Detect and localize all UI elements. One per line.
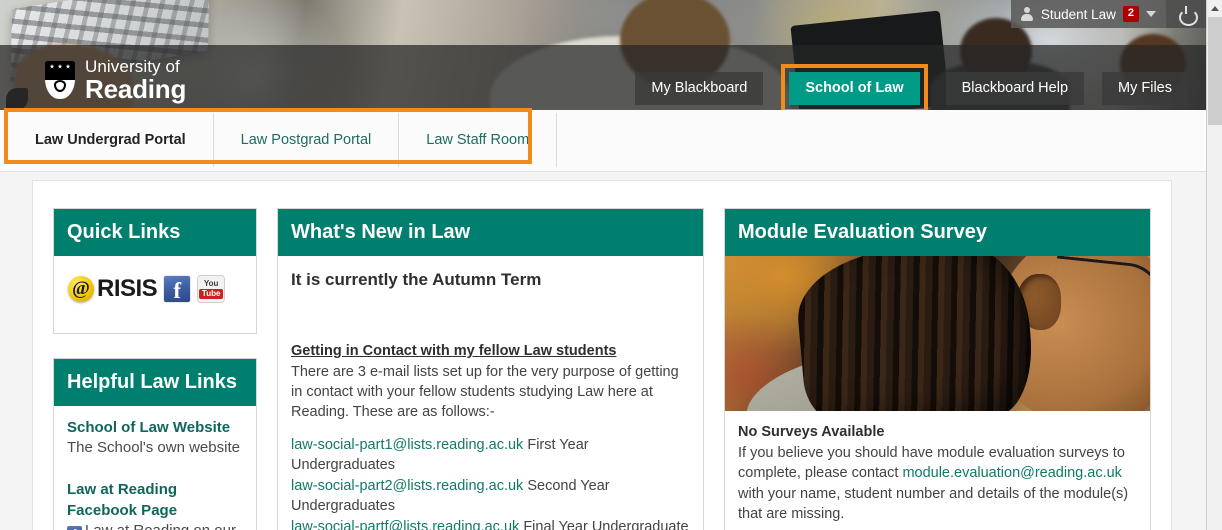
left-column: Quick Links @ RISIS f You Tube Helpful L… [53,208,257,530]
page-viewport: University of Reading Student Law 2 My B [0,0,1206,530]
nav-item-my-blackboard[interactable]: My Blackboard [635,72,764,106]
scroll-up-button[interactable] [1207,0,1222,17]
subnav-item-law-undergrad-portal[interactable]: Law Undergrad Portal [8,113,214,167]
no-surveys-description: If you believe you should have module ev… [738,443,1137,525]
university-shield-icon [45,61,75,99]
mail-list-row: law-social-partf@lists.reading.ac.uk Fin… [291,517,690,530]
facebook-icon[interactable]: f [67,525,82,530]
mail-address-0[interactable]: law-social-part1@lists.reading.ac.uk [291,437,523,453]
site-masthead: University of Reading Student Law 2 My B [0,0,1206,110]
middle-column: What's New in Law It is currently the Au… [277,208,704,530]
whats-new-body: It is currently the Autumn Term Getting … [278,256,703,530]
quick-links-body: @ RISIS f You Tube [54,256,256,333]
mail-address-1[interactable]: law-social-part2@lists.reading.ac.uk [291,478,523,494]
module-helpful-law-links: Helpful Law Links School of Law Website … [53,357,257,530]
mail-desc-2: Final Year Undergraduate [523,518,689,530]
primary-navigation: My Blackboard School of Law Blackboard H… [635,64,1188,110]
module-columns: Quick Links @ RISIS f You Tube Helpful L… [33,181,1171,530]
module-eval-photo [725,256,1150,411]
mail-list-row: law-social-part2@lists.reading.ac.uk Sec… [291,476,690,517]
photo-hair [792,256,1038,411]
youtube-icon[interactable]: You Tube [197,275,226,304]
quick-links-title: Quick Links [54,209,256,256]
module-eval-title: Module Evaluation Survey [725,209,1150,256]
sub-navigation: Law Undergrad Portal Law Postgrad Portal… [8,113,558,167]
brand-line-2: Reading [85,74,187,104]
risis-link[interactable]: @ RISIS [68,272,158,307]
module-evaluation-survey: Module Evaluation Survey No Surveys Avai… [724,208,1151,530]
whats-new-title: What's New in Law [278,209,703,256]
right-column: Module Evaluation Survey No Surveys Avai… [724,208,1151,530]
helpful-links-body: School of Law Website The School's own w… [54,406,256,530]
nav-item-my-files[interactable]: My Files [1102,72,1188,106]
no-surveys-text-part2: with your name, student number and detai… [738,485,1129,523]
no-surveys-title: No Surveys Available [738,424,885,440]
helpful-link-desc-1-wrap: fLaw at Reading on our Facebook Page, li… [67,521,243,530]
university-logo-text: University of Reading [85,58,186,102]
helpful-link-desc-0: The School's own website [67,439,240,457]
notification-badge[interactable]: 2 [1122,6,1139,22]
page-scrollbar[interactable] [1206,0,1222,530]
youtube-you-text: You [203,278,219,288]
helpful-link-desc-1: Law at Reading on our Facebook Page, lik… [67,522,236,530]
module-eval-body: No Surveys Available If you believe you … [725,411,1150,530]
power-icon [1178,5,1198,26]
module-quick-links: Quick Links @ RISIS f You Tube [53,208,257,334]
module-eval-email-link[interactable]: module.evaluation@reading.ac.uk [902,465,1121,481]
section-divider [0,171,1206,172]
nav-item-school-of-law[interactable]: School of Law [789,72,920,106]
user-avatar-icon [1020,7,1034,21]
active-tab-highlight-box: School of Law [781,64,928,110]
facebook-icon[interactable]: f [163,275,192,304]
sub-navigation-bar: Law Undergrad Portal Law Postgrad Portal… [0,110,1206,172]
mail-list-row: law-social-part1@lists.reading.ac.uk Fir… [291,435,690,476]
nav-item-blackboard-help[interactable]: Blackboard Help [945,72,1085,106]
brand-line-1: University of [85,57,180,76]
subnav-item-law-postgrad-portal[interactable]: Law Postgrad Portal [214,113,400,167]
university-logo[interactable]: University of Reading [45,58,186,102]
username-label: Student Law [1040,6,1116,22]
youtube-tube-text: Tube [198,288,224,299]
scroll-up-arrow-icon [1210,6,1219,11]
quick-links-icon-row: @ RISIS f You Tube [66,266,246,317]
link-getting-in-contact[interactable]: Getting in Contact with my fellow Law st… [291,341,616,362]
helpful-link-title-1[interactable]: Law at Reading Facebook Page [67,480,243,521]
logout-button[interactable] [1166,0,1206,28]
content-container: Quick Links @ RISIS f You Tube Helpful L… [32,180,1172,530]
user-menu-button[interactable]: Student Law 2 [1010,0,1166,28]
browser-page: University of Reading Student Law 2 My B [0,0,1222,530]
module-whats-new-in-law: What's New in Law It is currently the Au… [277,208,704,530]
chevron-down-icon [1146,11,1156,17]
mail-address-2[interactable]: law-social-partf@lists.reading.ac.uk [291,519,519,530]
scrollbar-thumb[interactable] [1208,17,1222,125]
helpful-links-title: Helpful Law Links [54,358,256,406]
risis-label: RISIS [97,275,158,302]
at-sign-icon: @ [68,276,94,303]
user-bar: Student Law 2 [1010,0,1206,28]
subnav-item-law-staff-room[interactable]: Law Staff Room [399,113,558,167]
getting-in-contact-body: There are 3 e-mail lists set up for the … [291,363,679,420]
helpful-link-title-0[interactable]: School of Law Website [67,418,243,438]
current-term-text: It is currently the Autumn Term [291,270,542,289]
